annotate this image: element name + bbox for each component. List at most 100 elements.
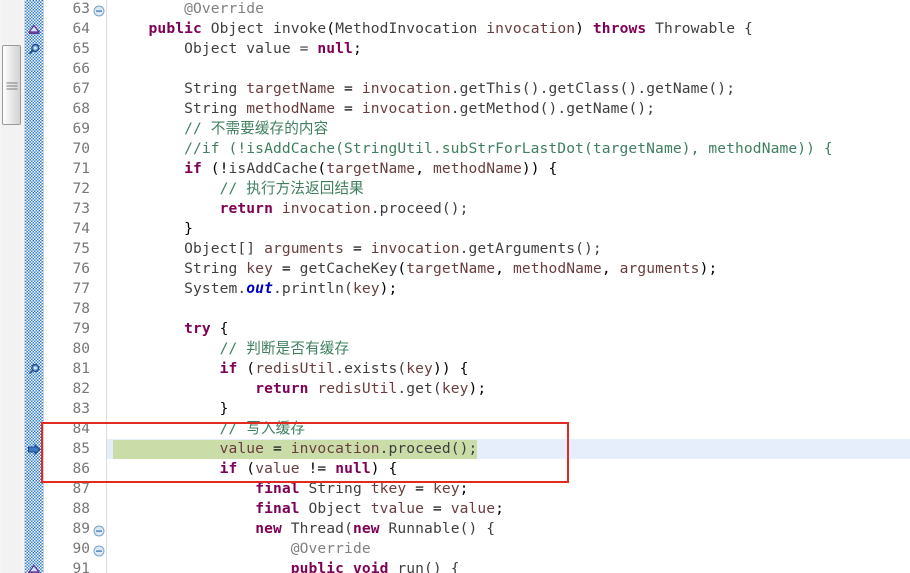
line-number[interactable]: 88 xyxy=(44,499,106,519)
code-token: , xyxy=(495,260,513,277)
line-number[interactable]: 84 xyxy=(44,419,106,439)
code-line[interactable]: final Object tvalue = value; xyxy=(107,499,910,519)
code-token: { xyxy=(210,320,229,337)
code-line[interactable]: if (value != null) { xyxy=(107,459,910,479)
line-number[interactable]: 86 xyxy=(44,459,106,479)
code-token: if xyxy=(219,360,238,377)
code-line[interactable]: public Object invoke(MethodInvocation in… xyxy=(107,19,910,39)
code-line[interactable] xyxy=(107,299,910,319)
override-triangle-icon[interactable] xyxy=(26,22,42,37)
code-line-text: System.out.println(key); xyxy=(107,279,397,299)
code-line[interactable]: // 写入缓存 xyxy=(107,419,910,439)
code-token: System. xyxy=(113,280,247,297)
code-line[interactable]: String targetName = invocation.getThis()… xyxy=(107,79,910,99)
code-line[interactable]: } xyxy=(107,399,910,419)
code-line[interactable]: // 不需要缓存的内容 xyxy=(107,119,910,139)
code-line[interactable]: public void run() { xyxy=(107,559,910,573)
line-number[interactable]: 90 xyxy=(44,539,106,559)
line-number[interactable]: 91 xyxy=(44,559,106,573)
code-line[interactable]: } xyxy=(107,219,910,239)
code-token: Thread( xyxy=(281,520,353,537)
code-token: new xyxy=(255,520,282,537)
implements-marker-icon[interactable] xyxy=(26,42,42,57)
line-number[interactable]: 79 xyxy=(44,319,106,339)
line-number[interactable]: 80 xyxy=(44,339,106,359)
code-token: Throwable { xyxy=(646,20,753,37)
code-token: (! xyxy=(201,160,229,177)
line-number[interactable]: 75 xyxy=(44,239,106,259)
code-token: ); xyxy=(379,280,398,297)
fold-collapse-icon[interactable] xyxy=(93,3,105,17)
code-line[interactable]: @Override xyxy=(107,539,910,559)
implements-arrow-icon[interactable] xyxy=(26,442,42,457)
line-number[interactable]: 81 xyxy=(44,359,106,379)
fold-collapse-icon[interactable] xyxy=(93,523,105,537)
code-token: ( xyxy=(326,20,336,37)
code-line[interactable]: final String tkey = key; xyxy=(107,479,910,499)
fold-collapse-icon[interactable] xyxy=(93,543,105,557)
vertical-scrollbar[interactable] xyxy=(0,0,25,573)
line-number[interactable]: 66 xyxy=(44,59,106,79)
line-number[interactable]: 87 xyxy=(44,479,106,499)
code-token: @Override xyxy=(290,540,371,557)
line-number[interactable]: 68 xyxy=(44,99,106,119)
code-line-text: Object[] arguments = invocation.getArgum… xyxy=(107,239,602,259)
line-number[interactable]: 83 xyxy=(44,399,106,419)
code-token: redisUtil xyxy=(317,380,398,397)
code-line[interactable]: String key = getCacheKey(targetName, met… xyxy=(107,259,910,279)
code-line[interactable] xyxy=(107,59,910,79)
code-line-text: } xyxy=(107,399,229,419)
line-number[interactable]: 77 xyxy=(44,279,106,299)
scrollbar-thumb[interactable] xyxy=(2,45,21,125)
code-line[interactable]: Object[] arguments = invocation.getArgum… xyxy=(107,239,910,259)
line-number[interactable]: 78 xyxy=(44,299,106,319)
line-number[interactable]: 67 xyxy=(44,79,106,99)
implements-marker-icon[interactable] xyxy=(26,362,42,377)
code-token: .getThis().getClass().getName(); xyxy=(450,80,736,97)
code-line[interactable]: String methodName = invocation.getMethod… xyxy=(107,99,910,119)
line-number[interactable]: 63 xyxy=(44,0,106,19)
code-token: ) { xyxy=(370,460,398,477)
code-token: Object xyxy=(201,20,273,37)
change-marker-bar[interactable] xyxy=(25,0,44,573)
code-content-area[interactable]: @Override public Object invoke(MethodInv… xyxy=(107,0,910,573)
code-line[interactable]: @Override xyxy=(107,0,910,19)
code-line[interactable]: System.out.println(key); xyxy=(107,279,910,299)
line-number[interactable]: 82 xyxy=(44,379,106,399)
code-editor[interactable]: 63 64 65 66 67 68 69 70 71 72 73 74 75 76 77 78 79 80 81 82… xyxy=(0,0,910,573)
line-number[interactable]: 71 xyxy=(44,159,106,179)
line-number[interactable]: 65 xyxy=(44,39,106,59)
line-number-gutter[interactable]: 63 64 65 66 67 68 69 70 71 72 73 74 75 76 77 78 79 80 81 82… xyxy=(44,0,107,573)
line-number[interactable]: 89 xyxy=(44,519,106,539)
code-token: throws xyxy=(592,20,647,37)
line-number[interactable]: 74 xyxy=(44,219,106,239)
code-line-text: String targetName = invocation.getThis()… xyxy=(107,79,735,99)
code-line[interactable]: // 判断是否有缓存 xyxy=(107,339,910,359)
code-line[interactable]: // 执行方法返回结果 xyxy=(107,179,910,199)
code-line[interactable]: //if (!isAddCache(StringUtil.subStrForLa… xyxy=(107,139,910,159)
line-number[interactable]: 76 xyxy=(44,259,106,279)
line-number[interactable]: 73 xyxy=(44,199,106,219)
code-line[interactable]: if (redisUtil.exists(key)) { xyxy=(107,359,910,379)
code-token: } xyxy=(113,220,193,237)
code-line[interactable]: Object value = null; xyxy=(107,39,910,59)
code-line[interactable]: return invocation.proceed(); xyxy=(107,199,910,219)
code-token: invocation xyxy=(281,200,371,217)
code-line[interactable]: return redisUtil.get(key); xyxy=(107,379,910,399)
code-line[interactable]: value = invocation.proceed(); xyxy=(107,439,910,459)
code-token: String xyxy=(113,80,247,97)
code-line[interactable]: new Thread(new Runnable() { xyxy=(107,519,910,539)
line-number[interactable]: 69 xyxy=(44,119,106,139)
line-number[interactable]: 64 xyxy=(44,19,106,39)
code-line[interactable]: try { xyxy=(107,319,910,339)
code-token: = xyxy=(335,80,362,97)
code-token: invoke xyxy=(272,20,327,37)
override-triangle-icon[interactable] xyxy=(26,562,42,573)
code-line[interactable]: if (!isAddCache(targetName, methodName))… xyxy=(107,159,910,179)
line-number[interactable]: 85 xyxy=(44,439,106,459)
code-token: String xyxy=(299,480,371,497)
line-number[interactable]: 72 xyxy=(44,179,106,199)
line-number[interactable]: 70 xyxy=(44,139,106,159)
